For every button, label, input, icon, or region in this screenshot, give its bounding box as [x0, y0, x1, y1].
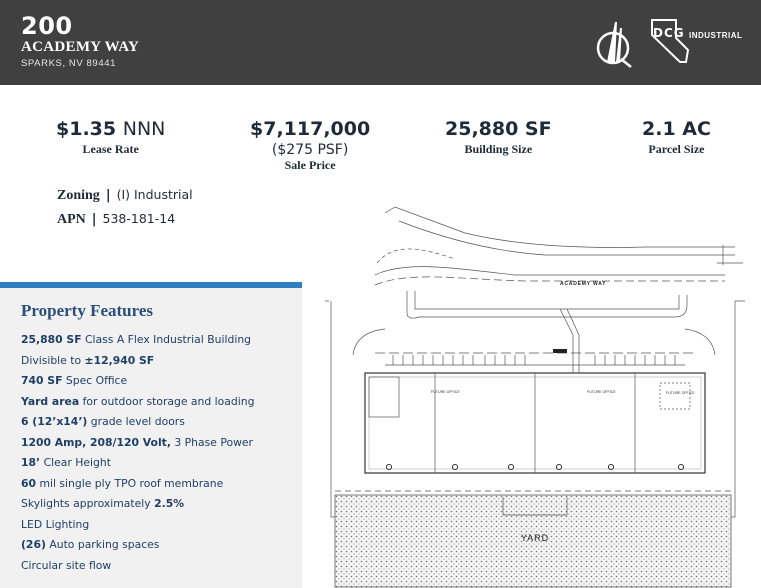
feature-item-text: mil single ply TPO roof membrane	[36, 476, 224, 490]
apn-row: APN | 538-181-14	[57, 211, 175, 228]
feature-item: 740 SF Spec Office	[21, 374, 127, 387]
zoning-value: (I) Industrial	[116, 187, 193, 202]
zoning-separator: |	[105, 188, 111, 203]
zoning-label: Zoning	[57, 188, 100, 203]
feature-item: 60 mil single ply TPO roof membrane	[21, 477, 223, 490]
feature-item-text: grade level doors	[87, 415, 185, 428]
address-street: ACADEMY WAY	[21, 39, 140, 55]
site-plan: ACADEMY WAY FUTURE OFFICE FUTURE OFFICE …	[325, 206, 745, 588]
feature-item-text: Circular site flow	[21, 558, 112, 572]
parcel-size-value: 2.1 AC	[642, 118, 711, 140]
header-bar: 200 ACADEMY WAY SPARKS, NV 89441 DCG IND…	[0, 0, 761, 85]
apn-value: 538-181-14	[102, 211, 176, 226]
feature-item-emphasis: 60	[21, 476, 37, 490]
feature-item-text: Auto parking spaces	[45, 538, 160, 551]
building-size-label: Building Size	[464, 142, 533, 156]
features-title: Property Features	[21, 301, 154, 320]
feature-item-emphasis: 2.5%	[154, 497, 185, 510]
apn-label: APN	[57, 212, 86, 227]
address-city: SPARKS, NV 89441	[21, 58, 116, 69]
feature-item-emphasis: 1200 Amp, 208/120 Volt,	[21, 435, 171, 449]
feature-item: 1200 Amp, 208/120 Volt, 3 Phase Power	[21, 436, 253, 449]
lease-rate-unit: NNN	[122, 118, 166, 140]
feature-item: 18’ Clear Height	[21, 456, 111, 469]
feature-item-emphasis: Yard area	[21, 394, 80, 408]
sale-price-value: $7,117,000	[250, 118, 371, 140]
feature-item-text: Skylights approximately	[21, 497, 155, 510]
feature-item-text: 3 Phase Power	[170, 435, 253, 449]
lease-rate-value: $1.35	[56, 118, 117, 140]
feature-item-emphasis: 25,880 SF	[21, 333, 82, 346]
yard-label: YARD	[521, 533, 549, 543]
sale-price-label: Sale Price	[284, 158, 336, 172]
feature-item-emphasis: 6 (12’x14’)	[21, 415, 88, 428]
transformer-mark	[553, 349, 567, 353]
feature-item-emphasis: ±12,940 SF	[84, 353, 155, 367]
feature-item: Skylights approximately 2.5%	[21, 497, 184, 510]
apn-separator: |	[91, 212, 97, 227]
feature-item: 25,880 SF Class A Flex Industrial Buildi…	[21, 333, 251, 346]
feature-item: Circular site flow	[21, 559, 111, 572]
stat-sale-price: $7,117,000 ($275 PSF) Sale Price	[250, 118, 370, 173]
office-label-2: FUTURE OFFICE	[587, 390, 616, 394]
dcg-logo-text: DCG	[653, 26, 685, 40]
q-logo-icon	[596, 22, 632, 68]
feature-item-text: LED Lighting	[21, 517, 90, 531]
industrial-logo-text: INDUSTRIAL	[689, 31, 743, 40]
office-label-3: FUTURE OFFICE	[666, 391, 695, 395]
building-size-value: 25,880 SF	[445, 118, 552, 140]
stat-parcel-size: 2.1 AC Parcel Size	[642, 118, 711, 157]
zoning-row: Zoning | (I) Industrial	[57, 187, 193, 204]
feature-item: Yard area for outdoor storage and loadin…	[21, 395, 254, 408]
feature-item: Divisible to ±12,940 SF	[21, 354, 154, 367]
feature-item-emphasis: 740 SF	[21, 374, 63, 387]
sale-price-psf: ($275 PSF)	[271, 142, 349, 158]
feature-item-emphasis: 18’	[21, 456, 41, 469]
nevada-logo-icon	[651, 19, 690, 63]
feature-item-text: Clear Height	[40, 456, 111, 469]
feature-item-text: for outdoor storage and loading	[79, 394, 255, 408]
feature-item: 6 (12’x14’) grade level doors	[21, 415, 185, 428]
feature-item: LED Lighting	[21, 518, 89, 531]
feature-item-text: Spec Office	[62, 374, 128, 387]
stat-lease-rate: $1.35 NNN Lease Rate	[56, 118, 165, 157]
feature-item-text: Divisible to	[21, 353, 85, 367]
street-label: ACADEMY WAY	[560, 281, 606, 287]
address-number: 200	[21, 12, 73, 40]
feature-item-text: Class A Flex Industrial Building	[81, 333, 252, 346]
parcel-size-label: Parcel Size	[648, 142, 705, 156]
office-label-1: FUTURE OFFICE	[431, 390, 460, 394]
feature-item-emphasis: (26)	[21, 538, 46, 551]
feature-item: (26) Auto parking spaces	[21, 538, 159, 551]
lease-rate-label: Lease Rate	[82, 142, 139, 156]
stat-building-size: 25,880 SF Building Size	[445, 118, 552, 157]
